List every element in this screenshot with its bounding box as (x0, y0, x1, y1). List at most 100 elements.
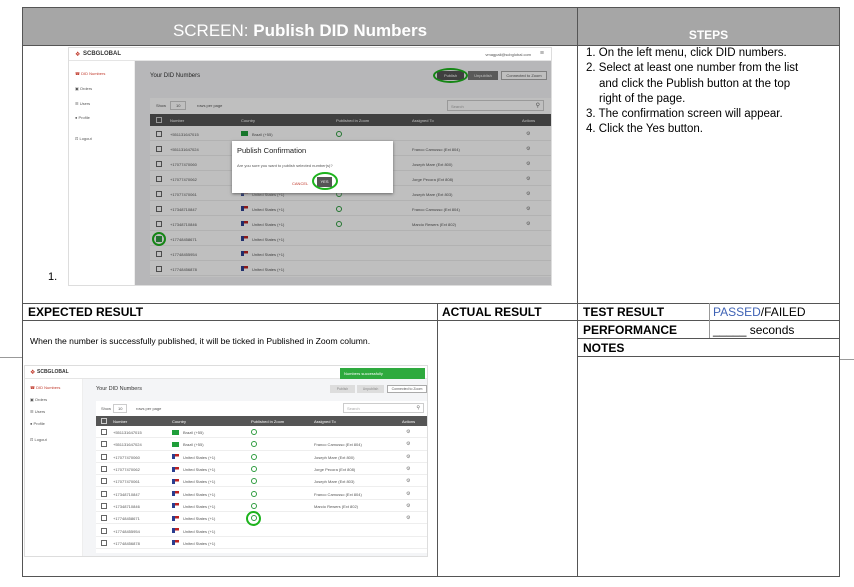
screen-header-title: Publish DID Numbers (253, 21, 428, 40)
number-cell: +17748458671 (113, 516, 140, 522)
sidebar-item-users[interactable]: ☰ Users (75, 101, 90, 106)
assigned-cell: Joseph Mare (Ext 800) (314, 454, 355, 460)
search-placeholder: Search (347, 406, 360, 411)
dialog-title: Publish Confirmation (237, 146, 307, 155)
row-checkbox[interactable] (101, 441, 107, 448)
number-cell: +17077470062 (113, 467, 140, 473)
highlight-ring-published (246, 511, 261, 527)
sidebar-label: Users (79, 101, 91, 106)
us-flag-icon (172, 491, 179, 497)
logo-icon: ❖ (30, 370, 36, 376)
delete-icon[interactable]: ⚙ (406, 454, 410, 460)
table-row[interactable]: +551131647024 Brazil (+55) Franco Camusso … (96, 438, 427, 451)
test-result-label: TEST RESULT (583, 305, 665, 319)
unpublish-button[interactable]: Unpublish (357, 385, 384, 393)
test-result-passed[interactable]: PASSED (713, 305, 761, 319)
row-checkbox[interactable] (101, 539, 107, 546)
row-checkbox[interactable] (101, 515, 107, 522)
row-checkbox[interactable] (101, 527, 107, 534)
number-cell: +551131647015 (113, 430, 142, 436)
rows-per-page-select[interactable]: 10 (113, 404, 128, 413)
country-cell: United States (+1) (183, 491, 216, 497)
app-logo: SCBGLOBAL (83, 51, 121, 57)
sidebar-label: DID Numbers (36, 385, 61, 390)
step-4: 4. Click the Yes button. (586, 123, 703, 136)
col-actions: Actions (402, 419, 416, 424)
step-2-cont2: right of the page. (599, 92, 686, 105)
sidebar-label: Profile (33, 421, 45, 426)
show-label: Show (101, 406, 112, 411)
sidebar-label: Orders (79, 86, 93, 91)
table-row[interactable]: +17077470062 United States (+1) Jorge Peco… (96, 462, 427, 476)
connected-zoom-button[interactable]: Connected to Zoom (387, 385, 427, 393)
performance-label: PERFORMANCE (583, 323, 678, 337)
number-cell: +17077470060 (113, 454, 140, 460)
delete-icon[interactable]: ⚙ (406, 515, 410, 521)
publish-button[interactable]: Publish (330, 385, 355, 393)
sidebar-item-users[interactable]: ☰ Users (30, 409, 45, 414)
app-main: Your DID Numbers Publish Unpublish Conne… (135, 61, 551, 285)
dialog-cancel-button[interactable]: CANCEL (292, 181, 308, 186)
table-row[interactable]: +17348710846 United States (+1) Marcio Rew… (96, 499, 427, 513)
published-check-icon (251, 490, 257, 497)
published-check-icon (251, 441, 257, 448)
menu-icon[interactable]: ≡ (540, 50, 544, 57)
sidebar-item-logout[interactable]: ⊡ Logout (75, 136, 92, 141)
delete-icon[interactable]: ⚙ (406, 466, 410, 472)
country-cell: United States (+1) (183, 467, 216, 473)
row-checkbox[interactable] (101, 453, 107, 460)
table-divider-values (709, 303, 710, 338)
sidebar-item-profile[interactable]: ● Profile (30, 421, 45, 426)
table-row[interactable]: +17077470061 United States (+1) Joseph Mar… (96, 475, 427, 488)
search-input[interactable]: Search ⚲ (343, 403, 424, 413)
assigned-cell: Joseph Mare (Ext 803) (314, 479, 355, 485)
row-checkbox[interactable] (101, 502, 107, 509)
sidebar-item-orders[interactable]: ▣ Orders (30, 397, 47, 402)
sidebar-label: Users (34, 409, 46, 414)
number-cell: +17348710847 (113, 491, 140, 497)
performance-value[interactable]: _____ seconds (713, 323, 794, 337)
table-row[interactable]: +17348710847 United States (+1) Franco Cam… (96, 487, 427, 500)
us-flag-icon (172, 478, 179, 484)
highlight-ring-yes (312, 172, 338, 190)
rows-per-page-label: rows per page (136, 406, 162, 411)
sidebar-item-did[interactable]: ☎ DID Numbers (30, 385, 60, 390)
row-checkbox[interactable] (101, 466, 107, 473)
us-flag-icon (172, 503, 179, 509)
expected-result-text: When the number is successfully publishe… (30, 336, 371, 346)
table-border-right (839, 7, 840, 577)
published-check-icon (251, 429, 257, 436)
app-topbar: ❖ SCBGLOBAL vmagpali@scbglobal.com ≡ (69, 48, 551, 61)
sidebar-item-logout[interactable]: ⊡ Logout (30, 437, 47, 442)
sidebar-label: Orders (34, 397, 48, 402)
row-checkbox[interactable] (101, 429, 107, 436)
sidebar-item-did[interactable]: ☎ DID Numbers (75, 71, 105, 76)
table-row[interactable]: +17077470060 United States (+1) Joseph Mar… (96, 450, 427, 463)
dialog-message: Are you sure you want to publish selecte… (237, 163, 333, 168)
app-logo: SCBGLOBAL (37, 369, 69, 375)
assigned-cell: Jorge Pecora (Ext 808) (314, 467, 356, 473)
page-title: Your DID Numbers (96, 386, 142, 392)
test-result-failed[interactable]: FAILED (764, 305, 805, 319)
select-all-checkbox[interactable] (101, 418, 107, 424)
row-checkbox[interactable] (101, 490, 107, 497)
sidebar-item-profile[interactable]: ● Profile (75, 115, 90, 120)
step-number-label: 1. (48, 271, 58, 283)
sidebar-item-orders[interactable]: ▣ Orders (75, 86, 92, 91)
delete-icon[interactable]: ⚙ (406, 503, 410, 509)
table-divider-steps (577, 7, 578, 577)
test-result-value: PASSED/FAILED (713, 305, 806, 319)
delete-icon[interactable]: ⚙ (406, 491, 410, 497)
brazil-flag-icon (172, 441, 179, 447)
delete-icon[interactable]: ⚙ (406, 478, 410, 484)
country-cell: United States (+1) (183, 516, 216, 522)
delete-icon[interactable]: ⚙ (406, 429, 410, 435)
table-row[interactable]: +17748458671 United States (+1) ⚙ (96, 512, 427, 525)
table-row[interactable]: +17748456878 United States (+1) (96, 536, 427, 549)
us-flag-icon (172, 466, 179, 472)
table-row[interactable]: +17748455954 United States (+1) (96, 524, 427, 537)
row-checkbox[interactable] (101, 478, 107, 485)
table-row[interactable]: +551131647015 Brazil (+55) ⚙ (96, 426, 427, 439)
delete-icon[interactable]: ⚙ (406, 441, 410, 447)
brazil-flag-icon (172, 429, 179, 435)
